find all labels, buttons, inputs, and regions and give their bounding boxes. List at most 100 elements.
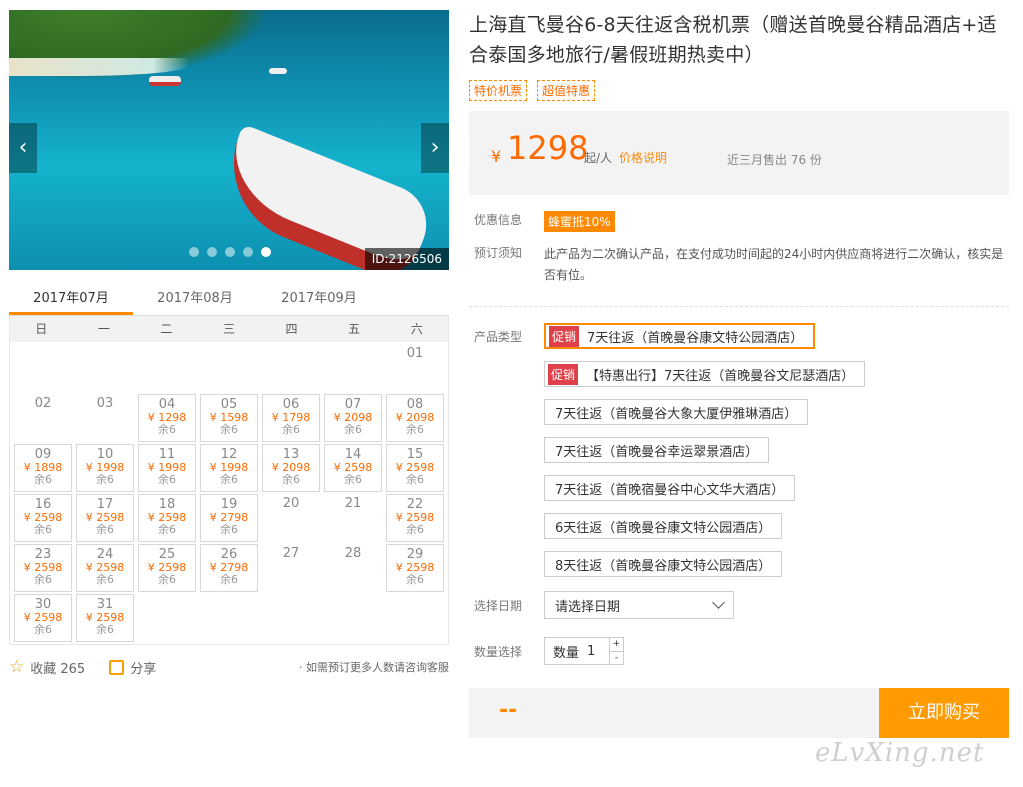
product-option[interactable]: 促销 7天往返（首晚曼谷康文特公园酒店） (544, 323, 816, 349)
carousel-dot[interactable] (207, 247, 217, 257)
date-row: 选择日期 请选择日期 (469, 591, 1009, 619)
product-option[interactable]: 7天往返（首晚曼谷幸运翠景酒店） (544, 437, 770, 463)
calendar-day[interactable]: 08 ¥ 2098 余6 (386, 394, 444, 442)
total-price-placeholder: -- (499, 698, 518, 723)
buy-now-button[interactable]: 立即购买 (879, 688, 1009, 738)
tag-badge: 特价机票 (469, 80, 528, 101)
calendar-day[interactable]: 22 ¥ 2598 余6 (386, 494, 444, 542)
quantity-value[interactable]: 1 (587, 644, 607, 659)
day-number: 25 (158, 547, 176, 562)
calendar-day[interactable]: 30 ¥ 2598 余6 (14, 594, 72, 642)
share-button[interactable]: 分享 (109, 658, 156, 677)
calendar-day[interactable]: 31 ¥ 2598 余6 (76, 594, 134, 642)
carousel-dot[interactable] (225, 247, 235, 257)
calendar-day[interactable]: 10 ¥ 1998 余6 (76, 444, 134, 492)
calendar-day[interactable]: 05 ¥ 1598 余6 (200, 394, 258, 442)
calendar-day[interactable]: 25 ¥ 2598 余6 (138, 544, 196, 592)
product-option[interactable]: 6天往返（首晚曼谷康文特公园酒店） (544, 513, 783, 539)
day-number: 14 (344, 447, 362, 462)
day-stock: 余6 (34, 623, 52, 636)
month-tab[interactable]: 2017年08月 (133, 284, 257, 315)
quantity-plus-button[interactable]: + (610, 638, 623, 652)
calendar-day[interactable]: 12 ¥ 1998 余6 (200, 444, 258, 492)
day-number: 09 (34, 447, 52, 462)
carousel-next-button[interactable]: › (421, 123, 449, 173)
product-option[interactable]: 7天往返（首晚宿曼谷中心文华大酒店） (544, 475, 796, 501)
day-stock: 余6 (220, 423, 238, 436)
carousel-dot[interactable] (261, 247, 271, 257)
month-tab[interactable]: 2017年07月 (9, 284, 133, 315)
calendar-day[interactable]: 26 ¥ 2798 余6 (200, 544, 258, 592)
discount-row: 优惠信息 蜂蜜抵10% (469, 211, 1009, 232)
calendar-day: 03 (76, 394, 134, 442)
day-stock: 余6 (220, 473, 238, 486)
day-stock: 余6 (158, 573, 176, 586)
day-number: 16 (34, 497, 52, 512)
day-number: 23 (34, 547, 52, 562)
calendar-day[interactable]: 23 ¥ 2598 余6 (14, 544, 72, 592)
weekday-label: 六 (410, 322, 423, 336)
calendar-day[interactable]: 09 ¥ 1898 余6 (14, 444, 72, 492)
calendar-day[interactable]: 18 ¥ 2598 余6 (138, 494, 196, 542)
calendar-day[interactable]: 14 ¥ 2598 余6 (324, 444, 382, 492)
currency-symbol: ¥ (491, 147, 502, 166)
day-number: 15 (406, 447, 424, 462)
carousel-dot[interactable] (189, 247, 199, 257)
calendar-day[interactable]: 16 ¥ 2598 余6 (14, 494, 72, 542)
product-options: 促销 7天往返（首晚曼谷康文特公园酒店） 促销 【特惠出行】7天往返（首晚曼谷文尼瑟酒… (544, 323, 866, 577)
day-stock: 余6 (96, 523, 114, 536)
tag-badge: 超值特惠 (537, 80, 596, 101)
sold-count: 近三月售出 76 份 (727, 153, 822, 167)
calendar-day[interactable]: 07 ¥ 2098 余6 (324, 394, 382, 442)
month-tabs[interactable]: 2017年07月 2017年08月 2017年09月 (9, 284, 449, 316)
day-stock: 余6 (158, 523, 176, 536)
quantity-stepper[interactable]: 数量 1 + - (544, 637, 624, 665)
tag-list: 特价机票 超值特惠 (469, 80, 1009, 101)
product-title: 上海直飞曼谷6-8天往返含税机票（赠送首晚曼谷精品酒店+适合泰国多地旅行/暑假班… (469, 14, 997, 66)
day-stock: 余6 (158, 473, 176, 486)
product-option[interactable]: 8天往返（首晚曼谷康文特公园酒店） (544, 551, 783, 577)
day-stock: 余6 (282, 473, 300, 486)
product-option-label: 【特惠出行】7天往返（首晚曼谷文尼瑟酒店） (586, 368, 855, 384)
day-stock: 余6 (406, 423, 424, 436)
carousel-dot[interactable] (243, 247, 253, 257)
day-stock: 余6 (220, 523, 238, 536)
carousel-prev-button[interactable]: ‹ (9, 123, 37, 173)
price-explanation-link[interactable]: 价格说明 (619, 149, 667, 166)
date-select[interactable]: 请选择日期 (544, 591, 734, 619)
month-tab[interactable]: 2017年09月 (257, 284, 381, 315)
day-number: 10 (96, 447, 114, 462)
calendar-day[interactable]: 24 ¥ 2598 余6 (76, 544, 134, 592)
calendar-day: 20 (262, 494, 320, 542)
price-box: ¥ 1298 起/人 价格说明 近三月售出 76 份 (469, 111, 1009, 195)
share-icon (109, 659, 125, 675)
day-number: 02 (34, 396, 52, 411)
favorite-button[interactable]: ☆ 收藏 265 (9, 657, 85, 677)
star-icon: ☆ (9, 657, 25, 677)
boat-image (269, 68, 287, 74)
calendar-day[interactable]: 29 ¥ 2598 余6 (386, 544, 444, 592)
share-label: 分享 (130, 661, 157, 677)
day-number: 28 (344, 546, 362, 561)
day-number: 26 (220, 547, 238, 562)
calendar-day[interactable]: 11 ¥ 1998 余6 (138, 444, 196, 492)
calendar-day[interactable]: 15 ¥ 2598 余6 (386, 444, 444, 492)
weekday-label: 一 (97, 322, 110, 336)
day-number: 06 (282, 397, 300, 412)
calendar-day[interactable]: 19 ¥ 2798 余6 (200, 494, 258, 542)
day-stock: 余6 (34, 473, 52, 486)
promo-badge: 促销 (548, 363, 579, 385)
calendar-day[interactable]: 06 ¥ 1798 余6 (262, 394, 320, 442)
hero-image-carousel[interactable]: ‹ › ID:2126506 (9, 10, 449, 270)
calendar-day[interactable]: 04 ¥ 1298 余6 (138, 394, 196, 442)
price-value: 1298 (507, 129, 589, 167)
calendar-day[interactable]: 17 ¥ 2598 余6 (76, 494, 134, 542)
product-option[interactable]: 7天往返（首晚曼谷大象大厦伊雅琳酒店） (544, 399, 809, 425)
product-option[interactable]: 促销 【特惠出行】7天往返（首晚曼谷文尼瑟酒店） (544, 361, 866, 387)
price-calendar: 日 一 二 三 四 五 六 01 02 03 04 ¥ 1298 余6 05 ¥ 1598 余6 06 ¥ 17… (9, 316, 449, 645)
calendar-day[interactable]: 13 ¥ 2098 余6 (262, 444, 320, 492)
weekday-header: 日一二三四五六 (10, 316, 448, 342)
quantity-minus-button[interactable]: - (610, 652, 623, 665)
day-number: 31 (96, 597, 114, 612)
carousel-dots[interactable] (189, 247, 271, 257)
